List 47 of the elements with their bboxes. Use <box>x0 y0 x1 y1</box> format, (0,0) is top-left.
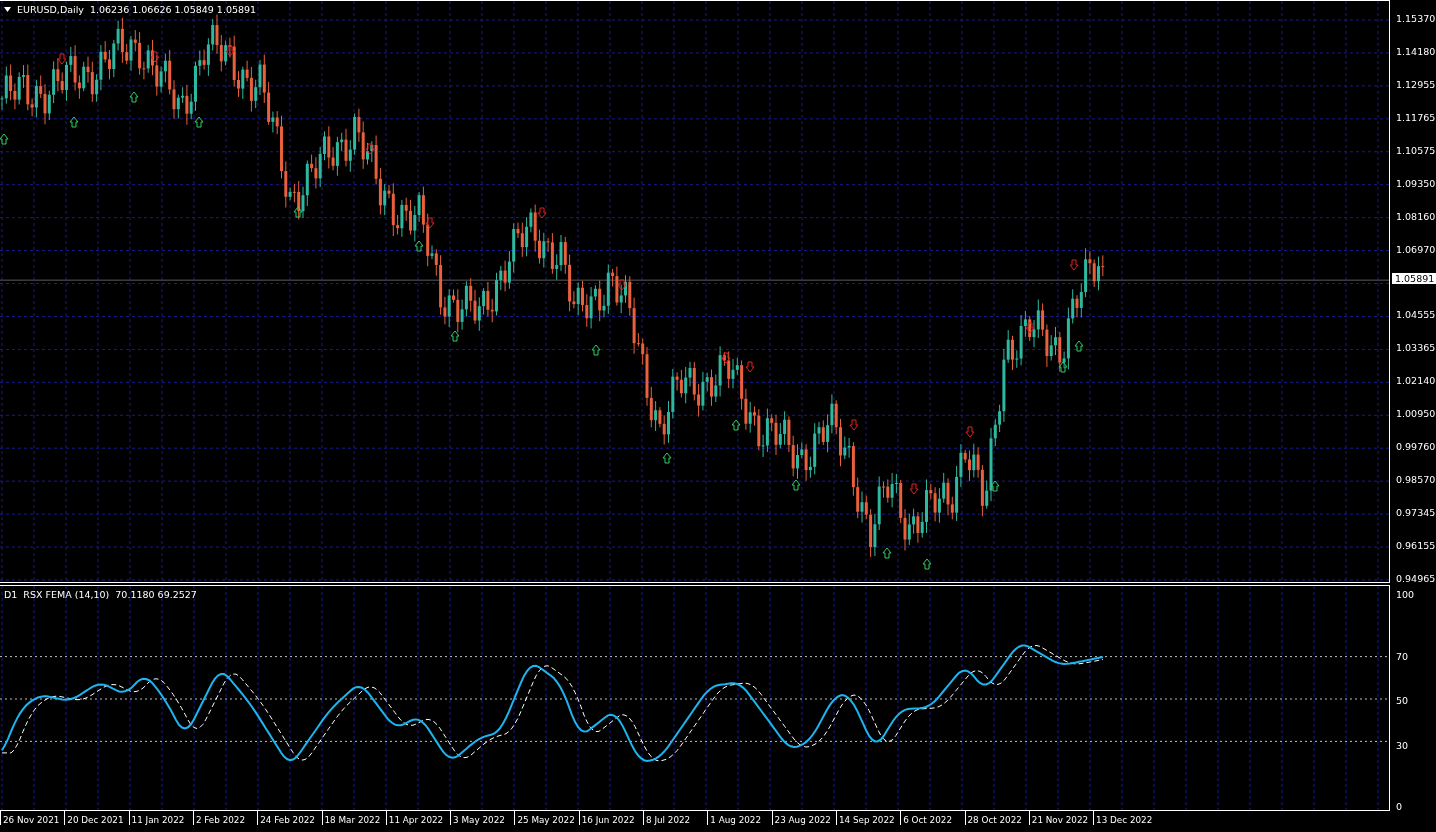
price-label: 1.02140 <box>1396 375 1436 387</box>
date-label: 21 Nov 2022 <box>1028 811 1089 825</box>
date-label: 2 Feb 2022 <box>192 811 246 825</box>
price-label: 1.15370 <box>1396 13 1436 24</box>
date-label: 28 Oct 2022 <box>964 811 1022 825</box>
price-label: 0.94965 <box>1396 572 1436 584</box>
date-label: 6 Oct 2022 <box>900 811 952 825</box>
ohlc-values: 1.06236 1.06626 1.05849 1.05891 <box>89 4 257 15</box>
date-label: 1 Aug 2022 <box>707 811 762 825</box>
price-label: 0.99760 <box>1396 441 1436 453</box>
indicator-scale-label: 0 <box>1396 801 1403 812</box>
price-label: 0.98570 <box>1396 474 1436 486</box>
indicator-title: RSX FEMA (14,10) <box>23 589 110 600</box>
indicator-scale-label: 30 <box>1396 740 1409 751</box>
price-label: 1.12955 <box>1396 78 1436 90</box>
indicator-scale-label: 100 <box>1396 589 1415 600</box>
price-label: 1.06970 <box>1396 243 1436 255</box>
price-label: 0.96155 <box>1396 540 1436 552</box>
indicator-values: 70.1180 69.2527 <box>115 589 197 600</box>
indicator-scale-label: 70 <box>1396 651 1409 662</box>
date-label: 18 Mar 2022 <box>321 811 381 825</box>
date-label: 14 Sep 2022 <box>835 811 895 825</box>
date-label: 13 Dec 2022 <box>1093 811 1153 825</box>
chart-title: EURUSD,Daily <box>17 4 84 15</box>
date-label: 23 Aug 2022 <box>771 811 831 825</box>
date-label: 11 Jan 2022 <box>128 811 185 825</box>
date-label: 26 Nov 2021 <box>0 811 60 825</box>
date-label: 25 May 2022 <box>514 811 575 825</box>
dropdown-icon[interactable] <box>4 7 11 12</box>
indicator-scale-label: 50 <box>1396 695 1409 706</box>
price-label: 1.04555 <box>1396 309 1436 321</box>
price-label: 1.11765 <box>1396 111 1436 123</box>
price-label: 1.03365 <box>1396 342 1436 354</box>
date-label: 24 Feb 2022 <box>257 811 315 825</box>
price-label: 1.00950 <box>1396 408 1436 420</box>
price-label: 0.97345 <box>1396 507 1436 519</box>
current-price-tag: 1.05891 <box>1392 273 1436 285</box>
price-label: 1.10575 <box>1396 144 1436 156</box>
date-label: 3 May 2022 <box>450 811 505 825</box>
price-label: 1.14180 <box>1396 45 1436 57</box>
price-label: 1.08160 <box>1396 210 1436 222</box>
date-label: 11 Apr 2022 <box>385 811 444 825</box>
date-label: 8 Jul 2022 <box>643 811 691 825</box>
indicator-period: D1 <box>4 589 18 600</box>
price-label: 1.09350 <box>1396 177 1436 189</box>
date-label: 20 Dec 2021 <box>64 811 124 825</box>
date-label: 16 Jun 2022 <box>578 811 635 825</box>
